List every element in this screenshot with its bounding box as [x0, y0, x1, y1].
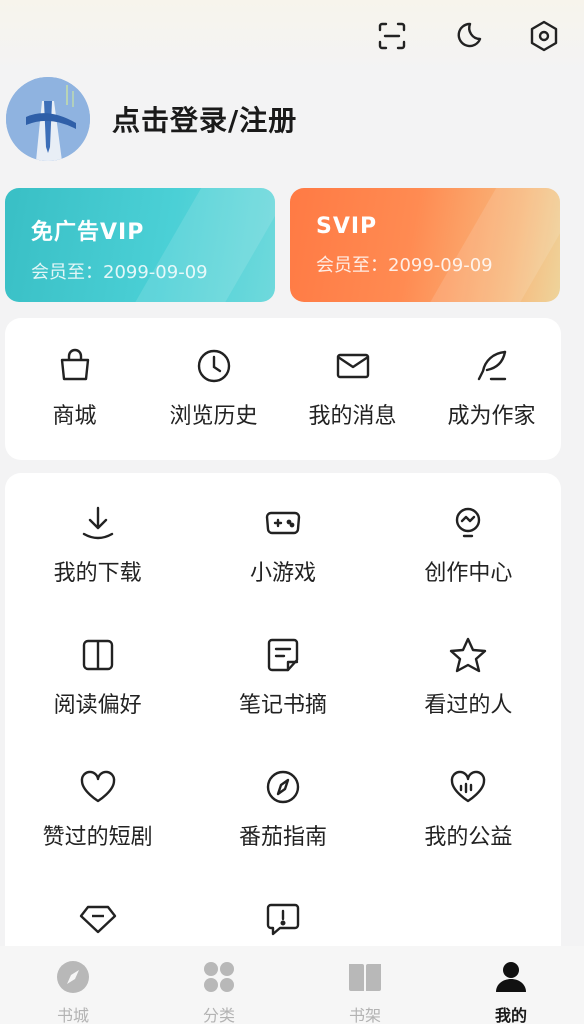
- service-charity[interactable]: 我的公益: [376, 767, 561, 851]
- heart-icon: [78, 767, 118, 807]
- menu-item-label: 我的消息: [308, 404, 397, 429]
- menu-item-messages[interactable]: 我的消息: [283, 346, 422, 430]
- menu-item-mall[interactable]: 商城: [5, 346, 144, 430]
- tab-category[interactable]: 分类: [146, 946, 292, 1024]
- services-card: 我的下载 小游戏 创作中心 阅读偏好 笔记书摘 看过的人 赞过的短剧 番茄指南 …: [5, 473, 561, 953]
- diamond-icon: [78, 899, 118, 939]
- bottom-tab-bar: 书城 分类 书架 我的: [0, 946, 584, 1024]
- category-icon: [200, 958, 238, 996]
- charity-heart-icon: [448, 767, 488, 807]
- service-label: 赞过的短剧: [42, 825, 153, 850]
- tab-bookstore[interactable]: 书城: [0, 946, 146, 1024]
- top-toolbar: [374, 18, 562, 54]
- card-decoration: [403, 188, 560, 302]
- clock-icon: [194, 346, 234, 386]
- quill-icon: [472, 346, 512, 386]
- login-register-link[interactable]: 点击登录/注册: [112, 99, 297, 139]
- tab-label: 书城: [56, 1006, 89, 1024]
- bookshelf-icon: [346, 958, 384, 996]
- service-diamond[interactable]: [5, 899, 190, 951]
- feedback-icon: [263, 899, 303, 939]
- menu-item-become-writer[interactable]: 成为作家: [422, 346, 561, 430]
- service-reading-preference[interactable]: 阅读偏好: [5, 635, 190, 719]
- service-mini-games[interactable]: 小游戏: [190, 503, 375, 587]
- svip-title: SVIP: [316, 214, 378, 239]
- service-feedback[interactable]: [190, 899, 375, 951]
- service-label: 阅读偏好: [53, 693, 142, 718]
- service-label: 小游戏: [249, 561, 316, 586]
- compass-filled-icon: [54, 958, 92, 996]
- svip-card[interactable]: SVIP 会员至：2099-09-09: [290, 188, 560, 302]
- shopping-bag-icon: [55, 346, 95, 386]
- service-downloads[interactable]: 我的下载: [5, 503, 190, 587]
- menu-item-history[interactable]: 浏览历史: [144, 346, 283, 430]
- service-label: 笔记书摘: [238, 693, 327, 718]
- note-icon: [263, 635, 303, 675]
- user-icon: [492, 958, 530, 996]
- service-label: 我的公益: [424, 825, 513, 850]
- service-label: 我的下载: [53, 561, 142, 586]
- mail-icon: [333, 346, 373, 386]
- menu-item-label: 浏览历史: [169, 404, 258, 429]
- menu-item-label: 成为作家: [447, 404, 536, 429]
- service-notes[interactable]: 笔记书摘: [190, 635, 375, 719]
- service-visitors[interactable]: 看过的人: [376, 635, 561, 719]
- profile-header[interactable]: 点击登录/注册: [6, 77, 297, 161]
- gamepad-icon: [263, 503, 303, 543]
- lightbulb-icon: [448, 503, 488, 543]
- compass-icon: [263, 767, 303, 807]
- menu-item-label: 商城: [52, 404, 97, 429]
- tab-bookshelf[interactable]: 书架: [292, 946, 438, 1024]
- star-icon: [448, 635, 488, 675]
- download-icon: [78, 503, 118, 543]
- ad-free-vip-card[interactable]: 免广告VIP 会员至：2099-09-09: [5, 188, 275, 302]
- settings-icon[interactable]: [526, 18, 562, 54]
- service-guide[interactable]: 番茄指南: [190, 767, 375, 851]
- avatar[interactable]: [6, 77, 90, 161]
- svip-expiry: 会员至：2099-09-09: [316, 255, 493, 276]
- tab-mine[interactable]: 我的: [438, 946, 584, 1024]
- book-icon: [78, 635, 118, 675]
- scan-icon[interactable]: [374, 18, 410, 54]
- service-liked-dramas[interactable]: 赞过的短剧: [5, 767, 190, 851]
- service-label: 看过的人: [424, 693, 513, 718]
- tab-label: 书架: [348, 1006, 381, 1024]
- tab-label: 分类: [202, 1006, 235, 1024]
- vip-expiry: 会员至：2099-09-09: [31, 262, 208, 283]
- quick-menu-card: 商城 浏览历史 我的消息 成为作家: [5, 318, 561, 460]
- service-label: 创作中心: [424, 561, 513, 586]
- service-creation-center[interactable]: 创作中心: [376, 503, 561, 587]
- tab-label: 我的: [494, 1006, 527, 1024]
- service-label: 番茄指南: [238, 825, 327, 850]
- night-mode-icon[interactable]: [450, 18, 486, 54]
- vip-title: 免广告VIP: [31, 220, 145, 245]
